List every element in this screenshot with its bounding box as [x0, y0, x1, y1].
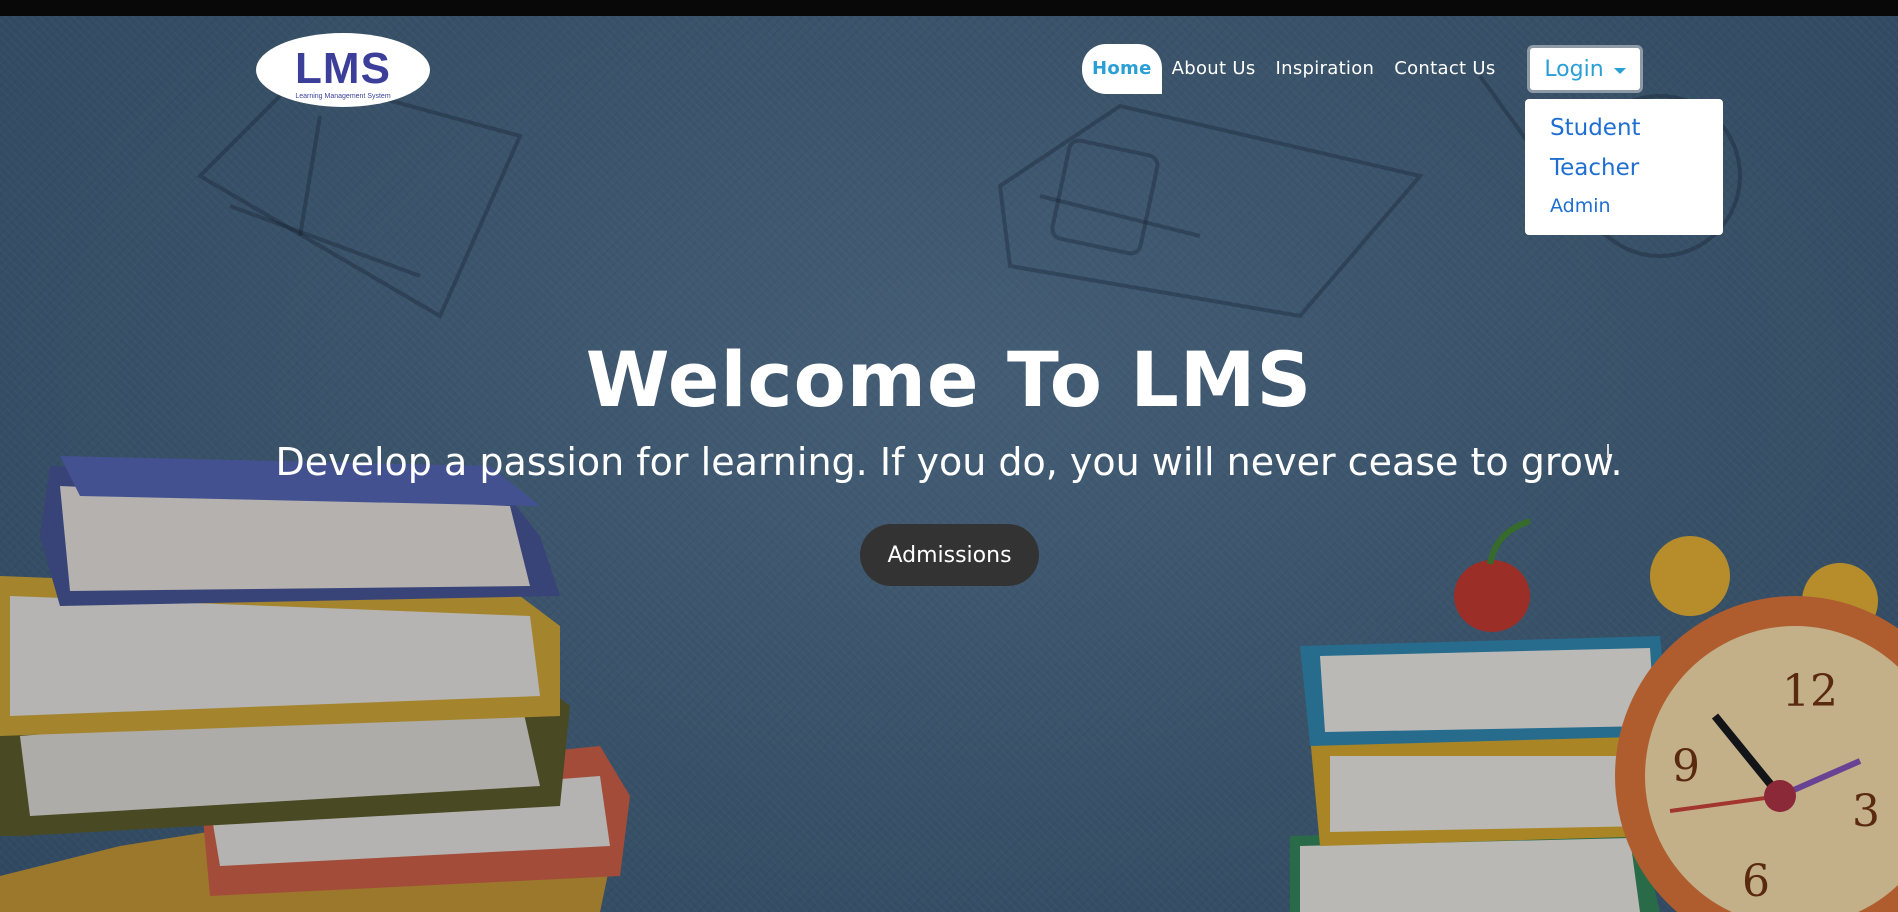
dropdown-item-admin[interactable]: Admin	[1525, 191, 1723, 221]
browser-bookmarks-bar	[0, 0, 1898, 16]
nav-inspiration-link[interactable]: Inspiration	[1266, 44, 1385, 94]
hero-subtitle: Develop a passion for learning. If you d…	[275, 440, 1623, 484]
logo-subtitle: Learning Management System	[295, 92, 391, 100]
admissions-button[interactable]: Admissions	[860, 524, 1039, 586]
dropdown-item-teacher[interactable]: Teacher	[1525, 151, 1723, 191]
dropdown-item-student[interactable]: Student	[1525, 111, 1723, 151]
clock-number-12: 12	[1782, 666, 1838, 717]
clock-number-6: 6	[1742, 856, 1770, 907]
hero-title: Welcome To LMS	[585, 335, 1313, 424]
nav-about-link[interactable]: About Us	[1162, 44, 1266, 94]
login-label: Login	[1544, 56, 1604, 82]
clock-number-9: 9	[1672, 741, 1700, 792]
nav-contact-link[interactable]: Contact Us	[1384, 44, 1505, 94]
logo-text: LMS	[295, 43, 391, 93]
clock-number-3: 3	[1852, 786, 1880, 837]
login-dropdown-button[interactable]: Login	[1527, 45, 1643, 93]
main-nav: Home About Us Inspiration Contact Us	[1082, 44, 1506, 94]
text-cursor	[1607, 444, 1609, 458]
caret-down-icon	[1613, 67, 1626, 74]
site-logo[interactable]: LMS Learning Management System	[256, 33, 430, 107]
login-dropdown-menu: Student Teacher Admin	[1525, 99, 1723, 235]
nav-home-link[interactable]: Home	[1082, 44, 1162, 94]
